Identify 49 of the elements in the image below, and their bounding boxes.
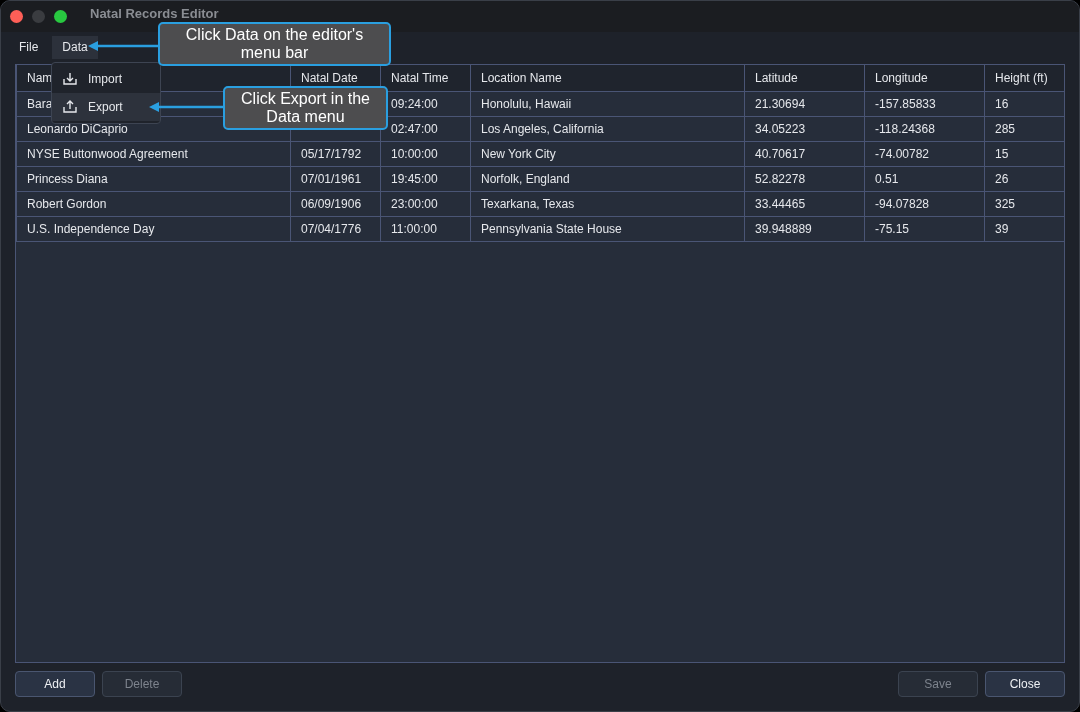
table-cell: 21.30694 <box>744 91 865 117</box>
table-cell: Texarkana, Texas <box>470 191 745 217</box>
table-cell: 34.05223 <box>744 116 865 142</box>
table-cell: 07/04/1776 <box>290 216 381 242</box>
table-cell: NYSE Buttonwood Agreement <box>16 141 291 167</box>
table-cell: Norfolk, England <box>470 166 745 192</box>
table-cell: -118.24368 <box>864 116 985 142</box>
table-cell: 52.82278 <box>744 166 865 192</box>
column-header[interactable]: Longitude <box>864 65 985 92</box>
table-cell: 07/01/1961 <box>290 166 381 192</box>
table-cell: Honolulu, Hawaii <box>470 91 745 117</box>
menu-option[interactable]: Export <box>52 93 160 121</box>
table-cell: U.S. Independence Day <box>16 216 291 242</box>
table-cell: 10:00:00 <box>380 141 471 167</box>
column-header[interactable]: Latitude <box>744 65 865 92</box>
window-title: Natal Records Editor <box>90 6 219 21</box>
column-header[interactable]: Height (ft) <box>984 65 1064 92</box>
close-button[interactable]: Close <box>985 671 1065 697</box>
callout-arrow <box>88 40 158 52</box>
table-cell: New York City <box>470 141 745 167</box>
menu-option[interactable]: Import <box>52 65 160 93</box>
download-icon <box>62 71 78 87</box>
table-cell: 05/17/1792 <box>290 141 381 167</box>
table-cell: 33.44465 <box>744 191 865 217</box>
table-cell: -94.07828 <box>864 191 985 217</box>
table-cell: -157.85833 <box>864 91 985 117</box>
table-cell: 0.51 <box>864 166 985 192</box>
table-cell: Princess Diana <box>16 166 291 192</box>
menu-item[interactable]: Data <box>52 35 98 59</box>
table-cell: 19:45:00 <box>380 166 471 192</box>
table-cell: Robert Gordon <box>16 191 291 217</box>
table-cell: 40.70617 <box>744 141 865 167</box>
column-header[interactable]: Location Name <box>470 65 745 92</box>
table-cell: 11:00:00 <box>380 216 471 242</box>
menu-item[interactable]: File <box>9 35 49 59</box>
callout-tooltip: Click Export in the Data menu <box>223 86 388 130</box>
table-cell: 39.948889 <box>744 216 865 242</box>
table-cell: -74.00782 <box>864 141 985 167</box>
table-cell: Pennsylvania State House <box>470 216 745 242</box>
table-cell: 06/09/1906 <box>290 191 381 217</box>
table-cell: Los Angeles, California <box>470 116 745 142</box>
zoom-window-icon[interactable] <box>54 10 67 23</box>
column-header[interactable]: Natal Time <box>380 65 471 92</box>
add-button[interactable]: Add <box>15 671 95 697</box>
close-window-icon[interactable] <box>10 10 23 23</box>
table-cell: -75.15 <box>864 216 985 242</box>
table-cell: 23:00:00 <box>380 191 471 217</box>
upload-icon <box>62 99 78 115</box>
callout-tooltip: Click Data on the editor's menu bar <box>158 22 391 66</box>
